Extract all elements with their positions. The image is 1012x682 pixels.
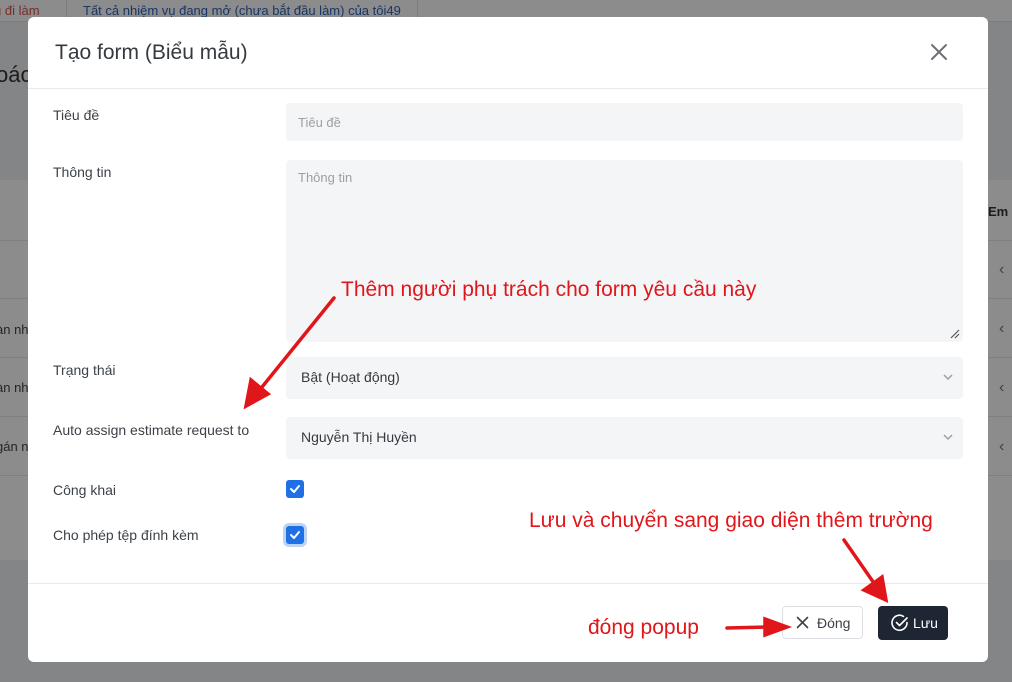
arrowhead bbox=[763, 616, 793, 638]
arrow-to-assign bbox=[256, 296, 336, 394]
arrow-to-save bbox=[842, 538, 878, 588]
annotation-arrows bbox=[243, 296, 889, 638]
arrowhead bbox=[860, 573, 889, 603]
